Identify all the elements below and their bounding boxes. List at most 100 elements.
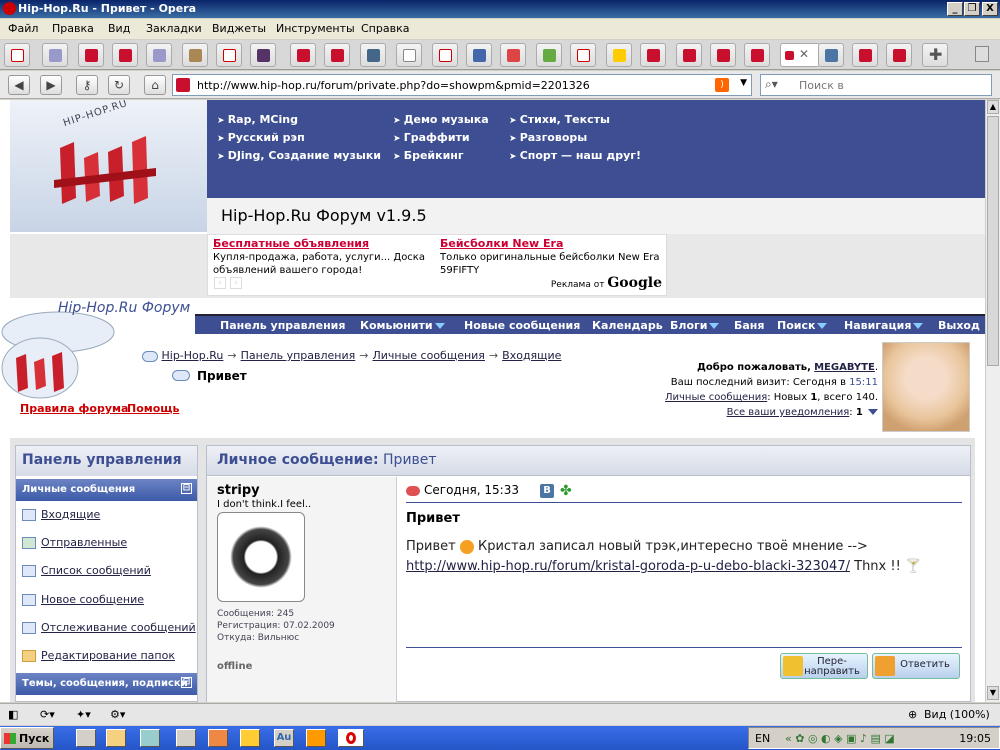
ad-title[interactable]: Бесплатные объявления <box>213 237 369 250</box>
nav-logout[interactable]: Выход <box>938 319 980 332</box>
topnav-link[interactable]: Граффити <box>393 131 470 144</box>
taskbar-opera-button[interactable] <box>338 729 364 747</box>
browser-tab[interactable] <box>710 43 736 67</box>
quicklaunch-audition-icon[interactable]: Au <box>274 729 294 747</box>
pm-link[interactable]: Личные сообщения <box>665 392 767 403</box>
scroll-down-icon[interactable]: ▼ <box>987 686 999 700</box>
start-button[interactable]: Пуск <box>0 727 54 749</box>
browser-tab[interactable] <box>570 43 596 67</box>
ad-prev-button[interactable]: ‹ <box>214 277 226 289</box>
ad-label[interactable]: Реклама от Google <box>551 275 662 291</box>
menu-widgets[interactable]: Виджеты <box>212 22 266 35</box>
browser-tab[interactable] <box>146 43 172 67</box>
sidebar-section-subscriptions[interactable]: Темы, сообщения, подписки ⊟ <box>16 673 197 695</box>
browser-tab[interactable] <box>396 43 422 67</box>
settings-icon[interactable]: ⚙▾ <box>110 708 125 721</box>
collapse-icon[interactable]: ⊟ <box>181 483 192 494</box>
notifications-link[interactable]: Все ваши уведомления <box>727 407 850 418</box>
sidebar-item-tracking[interactable]: Отслеживание сообщений <box>22 621 196 634</box>
nav-blogs[interactable]: Блоги <box>670 319 720 332</box>
forum-rules-link[interactable]: Правила форума <box>20 402 128 415</box>
browser-tab[interactable] <box>432 43 458 67</box>
sidebar-section-pm[interactable]: Личные сообщения ⊟ <box>16 479 197 501</box>
browser-tab[interactable] <box>290 43 316 67</box>
wand-button[interactable]: ⚷ <box>76 75 98 95</box>
new-tab-button[interactable]: ✚ <box>922 43 948 67</box>
sidebar-item-inbox[interactable]: Входящие <box>22 508 100 521</box>
topnav-link[interactable]: Стихи, Тексты <box>509 113 610 126</box>
close-button[interactable]: X <box>982 2 998 16</box>
ad-next-button[interactable]: › <box>230 277 242 289</box>
topnav-link[interactable]: Русский рэп <box>217 131 305 144</box>
browser-tab[interactable] <box>250 43 276 67</box>
scroll-thumb[interactable] <box>987 116 999 366</box>
quicklaunch-media-icon[interactable] <box>208 729 228 747</box>
quicklaunch-app-icon[interactable] <box>306 729 326 747</box>
page-scrollbar[interactable]: ▲ ▼ <box>985 100 1000 702</box>
breadcrumb-home[interactable]: Hip-Hop.Ru <box>162 349 224 362</box>
rss-icon[interactable]: ) <box>715 78 729 92</box>
sidebar-item-sent[interactable]: Отправленные <box>22 536 127 549</box>
zoom-icon[interactable]: ⊕ <box>908 708 917 721</box>
topnav-link[interactable]: Демо музыка <box>393 113 489 126</box>
message-link[interactable]: http://www.hip-hop.ru/forum/kristal-goro… <box>406 559 850 574</box>
browser-tab[interactable] <box>78 43 104 67</box>
menu-help[interactable]: Справка <box>361 22 409 35</box>
menu-tools[interactable]: Инструменты <box>276 22 355 35</box>
speed-dial-icon[interactable]: ⟳▾ <box>40 708 55 721</box>
quicklaunch-app-icon[interactable] <box>240 729 260 747</box>
user-avatar[interactable] <box>882 342 970 432</box>
browser-tab-active[interactable]: ✕ <box>780 43 820 67</box>
minimize-button[interactable]: _ <box>947 2 963 16</box>
browser-tab[interactable] <box>360 43 386 67</box>
vk-share-icon[interactable]: B <box>540 484 554 498</box>
browser-tab[interactable] <box>606 43 632 67</box>
language-indicator[interactable]: EN <box>755 732 770 745</box>
nav-calendar[interactable]: Календарь <box>592 319 663 332</box>
browser-tab[interactable] <box>536 43 562 67</box>
address-field[interactable]: http://www.hip-hop.ru/forum/private.php?… <box>172 74 752 96</box>
nav-usercp[interactable]: Панель управления <box>220 319 345 332</box>
home-button[interactable]: ⌂ <box>144 75 166 95</box>
turbo-icon[interactable]: ✦▾ <box>76 708 91 721</box>
menu-bookmarks[interactable]: Закладки <box>146 22 202 35</box>
browser-tab[interactable] <box>500 43 526 67</box>
chevron-down-icon[interactable]: ▼ <box>740 78 747 88</box>
nav-community[interactable]: Комьюнити <box>360 319 445 332</box>
browser-tab[interactable] <box>676 43 702 67</box>
author-avatar[interactable] <box>217 512 305 602</box>
browser-tab[interactable] <box>182 43 208 67</box>
topnav-link[interactable]: Rap, MCing <box>217 113 298 126</box>
browser-tab[interactable] <box>324 43 350 67</box>
quicklaunch-save-icon[interactable] <box>76 729 96 747</box>
username-link[interactable]: MEGABYTE <box>814 362 875 373</box>
breadcrumb-usercp[interactable]: Панель управления <box>241 349 356 362</box>
help-link[interactable]: Помощь <box>127 402 179 415</box>
collapse-icon[interactable]: ⊟ <box>181 677 192 688</box>
sidebar-item-list[interactable]: Список сообщений <box>22 564 151 577</box>
reload-button[interactable]: ↻ <box>108 75 130 95</box>
chevron-down-icon[interactable] <box>868 409 878 415</box>
forward-button[interactable]: ▶ <box>40 75 62 95</box>
browser-tab[interactable] <box>216 43 242 67</box>
back-button[interactable]: ◀ <box>8 75 30 95</box>
browser-tab[interactable] <box>112 43 138 67</box>
browser-tab[interactable] <box>466 43 492 67</box>
browser-tab[interactable] <box>852 43 878 67</box>
nav-search[interactable]: Поиск <box>777 319 828 332</box>
menu-edit[interactable]: Правка <box>52 22 94 35</box>
browser-tab[interactable] <box>640 43 666 67</box>
close-tab-icon[interactable]: ✕ <box>799 47 809 61</box>
breadcrumb-pm[interactable]: Личные сообщения <box>372 349 484 362</box>
topnav-link[interactable]: Брейкинг <box>393 149 464 162</box>
nav-navigation[interactable]: Навигация <box>844 319 924 332</box>
zoom-level[interactable]: Вид (100%) <box>924 708 990 721</box>
topnav-link[interactable]: Спорт — наш друг! <box>509 149 641 162</box>
menu-view[interactable]: Вид <box>108 22 130 35</box>
browser-tab[interactable] <box>4 43 30 67</box>
nav-new-posts[interactable]: Новые сообщения <box>464 319 580 332</box>
browser-tab[interactable] <box>886 43 912 67</box>
author-name[interactable]: stripy <box>217 483 260 498</box>
browser-tab[interactable] <box>818 43 844 67</box>
breadcrumb-inbox[interactable]: Входящие <box>502 349 561 362</box>
